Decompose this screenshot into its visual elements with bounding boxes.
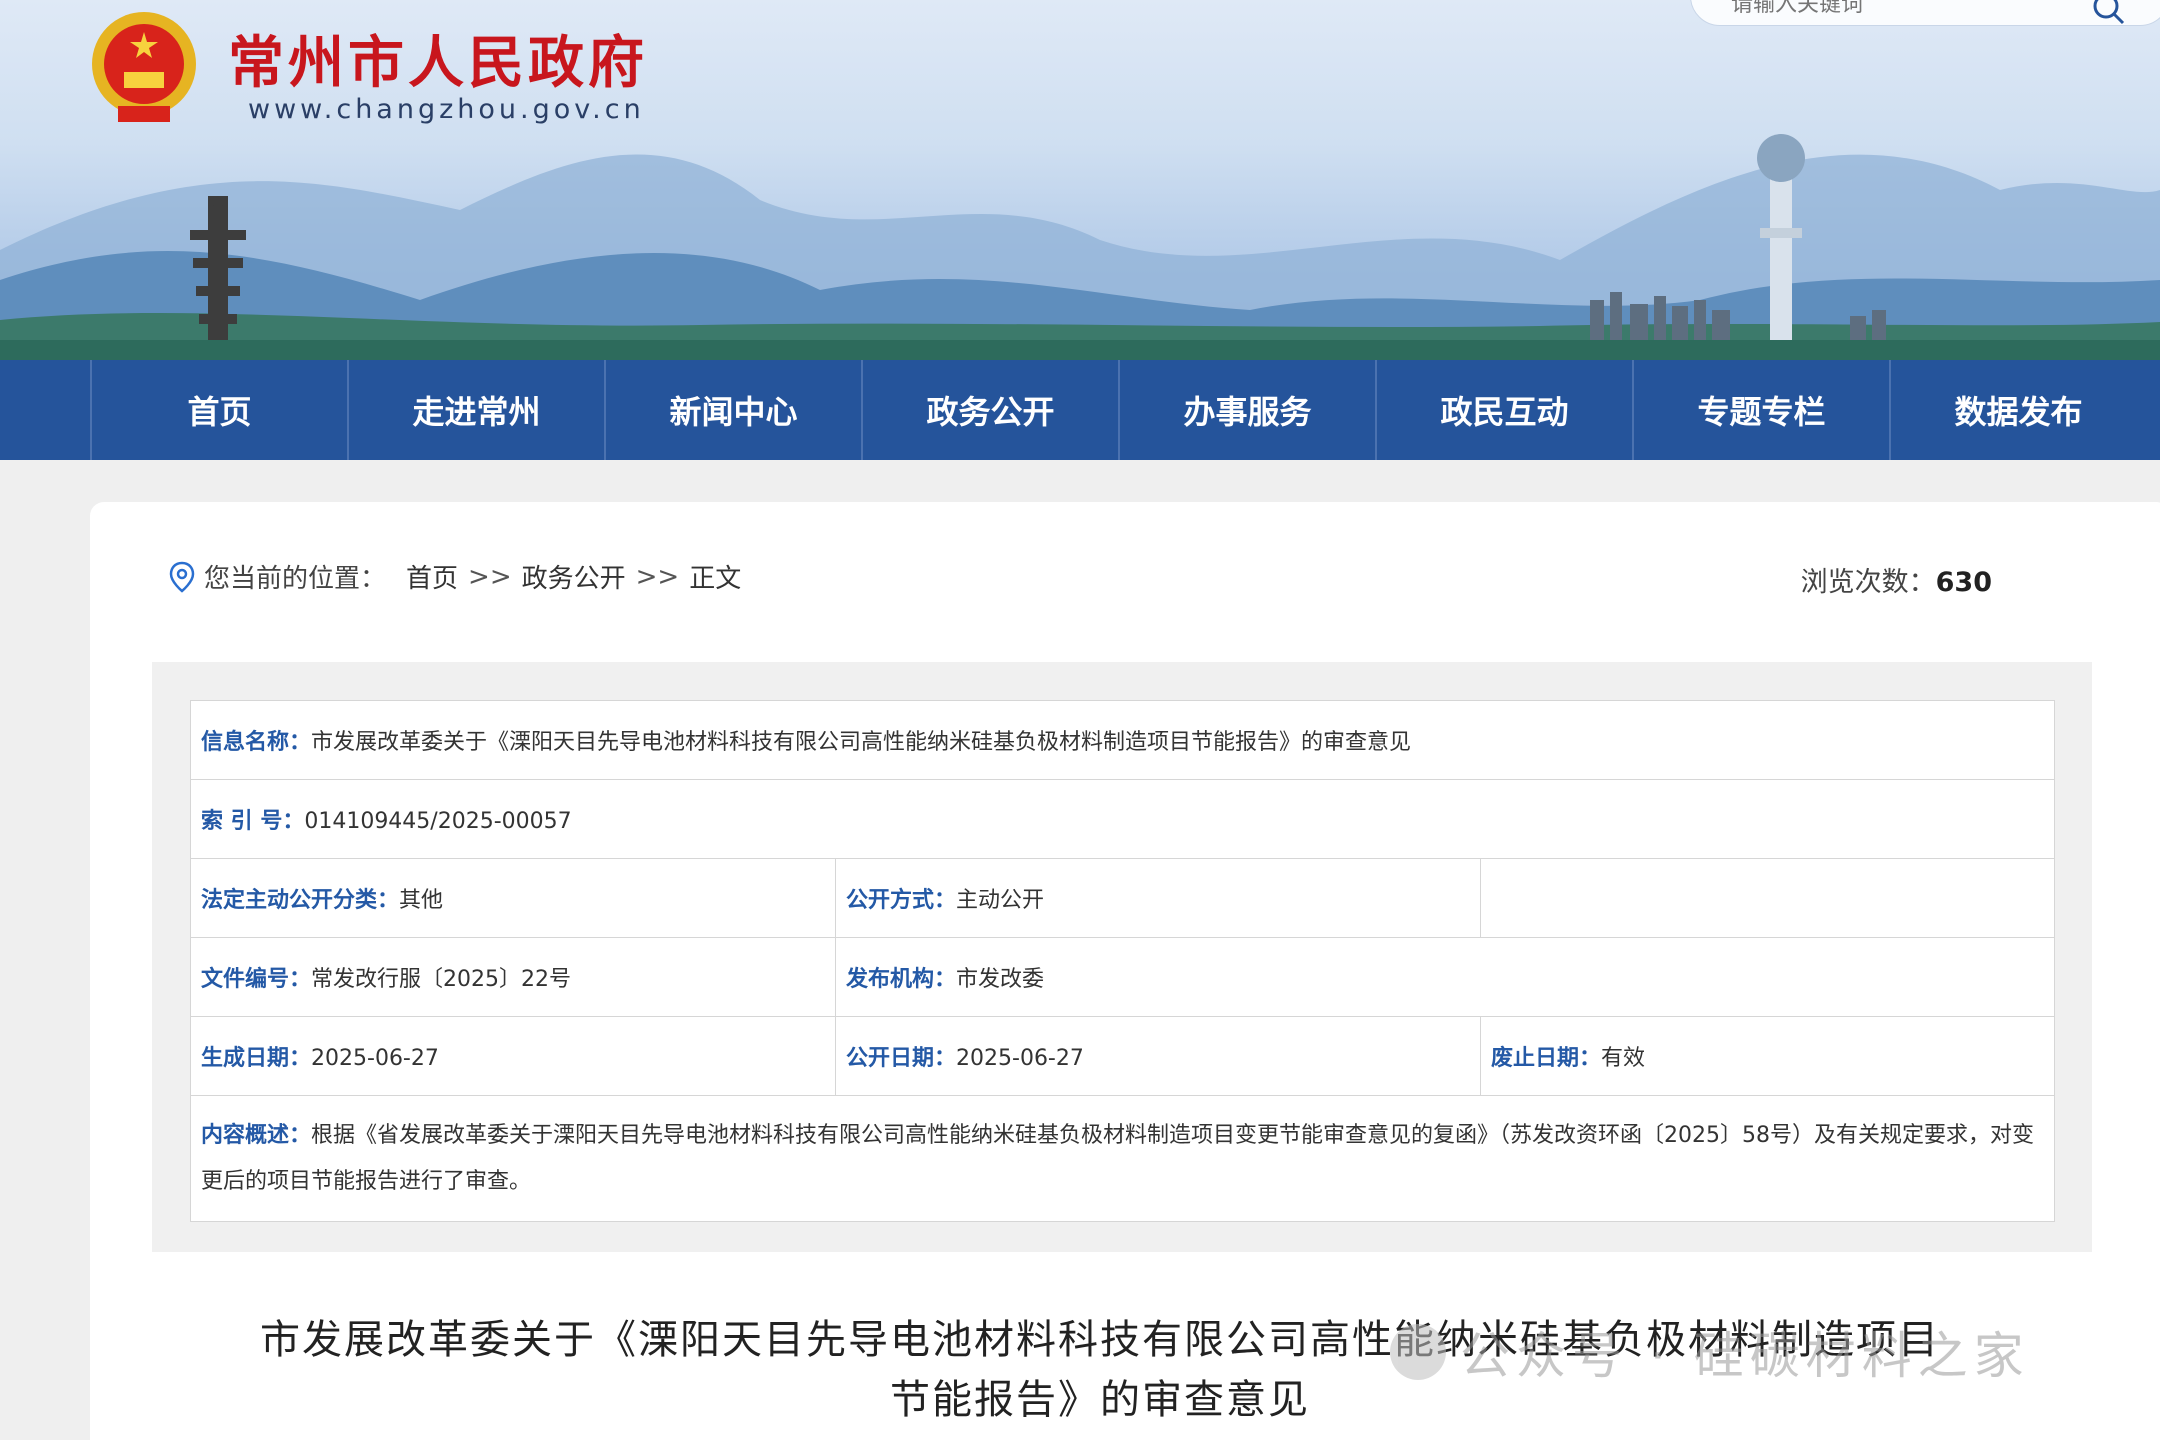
category-cell: 法定主动公开分类：其他	[190, 858, 836, 938]
site-url: www.changzhou.gov.cn	[248, 94, 645, 125]
wechat-icon	[1390, 1324, 1446, 1380]
publish-method-value: 主动公开	[956, 888, 1045, 913]
summary-cell: 内容概述：根据《省发展改革委关于溧阳天目先导电池材料科技有限公司高性能纳米硅基负…	[190, 1095, 2055, 1222]
nav-item-about[interactable]: 走进常州	[347, 360, 604, 460]
nav-item-data[interactable]: 数据发布	[1889, 360, 2146, 460]
issuer-label: 发布机构：	[846, 967, 957, 992]
table-row: 内容概述：根据《省发展改革委关于溧阳天目先导电池材料科技有限公司高性能纳米硅基负…	[190, 1095, 2055, 1222]
nav-item-topics[interactable]: 专题专栏	[1632, 360, 1889, 460]
location-pin-icon	[169, 561, 195, 593]
table-row: 索 引 号：014109445/2025-00057	[190, 779, 2055, 859]
expiry-date-value: 有效	[1601, 1046, 1646, 1071]
content-card: 您当前的位置： 首页 >> 政务公开 >> 正文 浏览次数：630 信息名称：市…	[90, 502, 2160, 1440]
nav-item-home[interactable]: 首页	[90, 360, 347, 460]
published-date-cell: 公开日期：2025-06-27	[835, 1016, 1481, 1096]
publish-method-label: 公开方式：	[846, 888, 957, 913]
created-date-value: 2025-06-27	[311, 1046, 439, 1071]
nav-item-news[interactable]: 新闻中心	[604, 360, 861, 460]
site-name: 常州市人民政府	[228, 30, 648, 96]
nav-item-interaction[interactable]: 政民互动	[1375, 360, 1632, 460]
breadcrumb-label: 您当前的位置：	[204, 564, 387, 594]
published-date-value: 2025-06-27	[956, 1046, 1084, 1071]
expiry-date-label: 废止日期：	[1491, 1046, 1602, 1071]
document-number-value: 常发改行服〔2025〕22号	[311, 967, 571, 992]
breadcrumb-home[interactable]: 首页	[406, 558, 458, 595]
empty-cell	[1480, 858, 2055, 938]
document-number-cell: 文件编号：常发改行服〔2025〕22号	[190, 937, 836, 1017]
table-row: 信息名称：市发展改革委关于《溧阳天目先导电池材料科技有限公司高性能纳米硅基负极材…	[190, 700, 2055, 780]
watermark: 公众号 · 硅碳材料之家	[1390, 1316, 2030, 1388]
site-banner: 常州市人民政府 www.changzhou.gov.cn	[0, 0, 2160, 360]
issuer-value: 市发改委	[956, 967, 1045, 992]
breadcrumb: 您当前的位置： 首页 >> 政务公开 >> 正文	[168, 558, 741, 595]
table-row: 法定主动公开分类：其他 公开方式：主动公开	[190, 858, 2055, 938]
search-icon[interactable]	[2092, 0, 2126, 26]
table-row: 文件编号：常发改行服〔2025〕22号 发布机构：市发改委	[190, 937, 2055, 1017]
metadata-table: 信息名称：市发展改革委关于《溧阳天目先导电池材料科技有限公司高性能纳米硅基负极材…	[190, 700, 2055, 1222]
publish-method-cell: 公开方式：主动公开	[835, 858, 1481, 938]
search-input[interactable]	[1731, 0, 2071, 19]
info-name-value: 市发展改革委关于《溧阳天目先导电池材料科技有限公司高性能纳米硅基负极材料制造项目…	[311, 730, 1412, 755]
created-date-cell: 生成日期：2025-06-27	[190, 1016, 836, 1096]
view-count-label: 浏览次数：	[1800, 567, 1936, 598]
category-label: 法定主动公开分类：	[201, 888, 400, 913]
expiry-date-cell: 废止日期：有效	[1480, 1016, 2055, 1096]
document-number-label: 文件编号：	[201, 967, 312, 992]
category-value: 其他	[399, 888, 444, 913]
main-nav: 首页 走进常州 新闻中心 政务公开 办事服务 政民互动 专题专栏 数据发布	[0, 360, 2160, 460]
published-date-label: 公开日期：	[846, 1046, 957, 1071]
info-name-label: 信息名称：	[201, 730, 312, 755]
index-number-cell: 索 引 号：014109445/2025-00057	[190, 779, 2055, 859]
breadcrumb-current: 正文	[689, 564, 742, 594]
search-box[interactable]	[1690, 0, 2160, 26]
nav-item-government-affairs[interactable]: 政务公开	[861, 360, 1118, 460]
table-row: 生成日期：2025-06-27 公开日期：2025-06-27 废止日期：有效	[190, 1016, 2055, 1096]
summary-value: 根据《省发展改革委关于溧阳天目先导电池材料科技有限公司高性能纳米硅基负极材料制造…	[201, 1122, 2035, 1194]
index-number-label: 索 引 号：	[201, 809, 305, 834]
breadcrumb-separator: >>	[635, 561, 680, 592]
info-name-cell: 信息名称：市发展改革委关于《溧阳天目先导电池材料科技有限公司高性能纳米硅基负极材…	[190, 700, 2055, 780]
view-count-value: 630	[1935, 567, 1992, 598]
breadcrumb-separator: >>	[468, 561, 512, 592]
created-date-label: 生成日期：	[201, 1046, 312, 1071]
view-count: 浏览次数：630	[1801, 560, 1992, 599]
summary-label: 内容概述：	[201, 1122, 312, 1148]
national-emblem-icon	[92, 12, 196, 122]
metadata-panel: 信息名称：市发展改革委关于《溧阳天目先导电池材料科技有限公司高性能纳米硅基负极材…	[152, 662, 2092, 1252]
index-number-value: 014109445/2025-00057	[304, 809, 572, 834]
breadcrumb-government-affairs[interactable]: 政务公开	[522, 558, 626, 595]
nav-item-services[interactable]: 办事服务	[1118, 360, 1375, 460]
issuer-cell: 发布机构：市发改委	[835, 937, 2055, 1017]
watermark-text: 公众号 · 硅碳材料之家	[1460, 1327, 2030, 1385]
